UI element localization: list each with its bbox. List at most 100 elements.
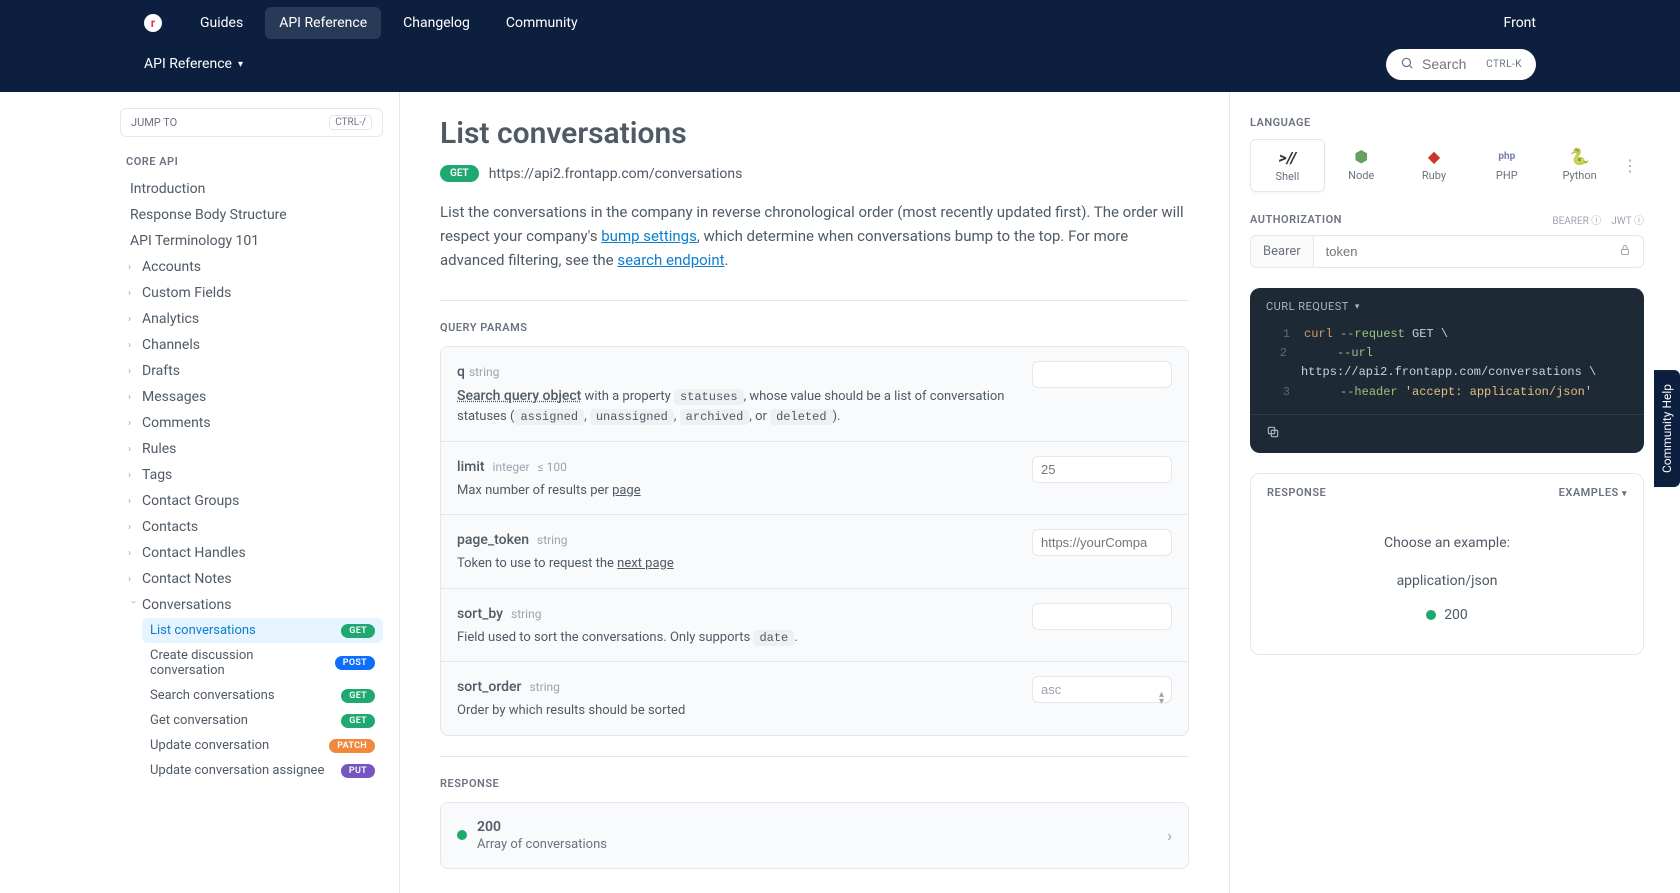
- sidebar-item-rules[interactable]: ›Rules: [120, 436, 383, 462]
- copy-button[interactable]: [1250, 414, 1644, 453]
- sidebar-item-contact-groups[interactable]: ›Contact Groups: [120, 488, 383, 514]
- community-help-tab[interactable]: Community Help: [1654, 370, 1680, 487]
- sidebar-sub-update-assignee[interactable]: Update conversation assignee PUT: [142, 758, 383, 783]
- param-page-token: page_token string Token to use to reques…: [441, 515, 1188, 589]
- sidebar: JUMP TO CTRL-/ CORE API Introduction Res…: [120, 92, 400, 893]
- lock-icon: [1607, 244, 1643, 259]
- top-nav: Guides API Reference Changelog Community: [186, 7, 592, 39]
- lang-more-button[interactable]: ⋮: [1616, 139, 1644, 192]
- endpoint-url: https://api2.frontapp.com/conversations: [489, 166, 743, 182]
- sidebar-item-contact-notes[interactable]: ›Contact Notes: [120, 566, 383, 592]
- example-mime-link[interactable]: application/json: [1267, 573, 1627, 589]
- chevron-right-icon: ›: [128, 418, 138, 429]
- jump-to-button[interactable]: JUMP TO CTRL-/: [120, 108, 383, 137]
- lang-ruby[interactable]: ◆ Ruby: [1398, 139, 1471, 192]
- brand-label[interactable]: Front: [1504, 15, 1536, 31]
- param-limit: limit integer ≤ 100 Max number of result…: [441, 442, 1188, 516]
- search-kbd: CTRL-K: [1486, 59, 1522, 70]
- search-box[interactable]: CTRL-K: [1386, 49, 1536, 80]
- code-block: CURL REQUEST ▾ 1curl --request GET \ 2 -…: [1250, 288, 1644, 453]
- next-page-link[interactable]: next page: [617, 556, 674, 571]
- sidebar-sub-create-discussion[interactable]: Create discussion conversation POST: [142, 643, 383, 683]
- sidebar-item-messages[interactable]: ›Messages: [120, 384, 383, 410]
- lang-node[interactable]: ⬢ Node: [1325, 139, 1398, 192]
- param-sort-by-input[interactable]: [1032, 603, 1172, 630]
- sidebar-item-introduction[interactable]: Introduction: [120, 176, 383, 202]
- page-link[interactable]: page: [612, 483, 641, 498]
- chevron-right-icon: ›: [128, 496, 138, 507]
- method-badge: PATCH: [329, 739, 375, 753]
- nav-guides[interactable]: Guides: [186, 7, 257, 39]
- response-label: RESPONSE: [440, 777, 1189, 790]
- sidebar-item-contact-handles[interactable]: ›Contact Handles: [120, 540, 383, 566]
- search-input[interactable]: [1422, 56, 1478, 72]
- chevron-right-icon: ›: [128, 548, 138, 559]
- code-head-dropdown[interactable]: CURL REQUEST ▾: [1250, 288, 1644, 325]
- param-sort-order-select[interactable]: asc: [1032, 676, 1172, 703]
- param-page-token-input[interactable]: [1032, 529, 1172, 556]
- sidebar-item-analytics[interactable]: ›Analytics: [120, 306, 383, 332]
- response-200-row[interactable]: 200 Array of conversations ›: [440, 802, 1189, 869]
- chevron-down-icon: ▾: [1355, 302, 1360, 312]
- nav-community[interactable]: Community: [492, 7, 592, 39]
- param-q-input[interactable]: [1032, 361, 1172, 388]
- sidebar-sub-update-conversation[interactable]: Update conversation PATCH: [142, 733, 383, 758]
- sidebar-sub-list-conversations[interactable]: List conversations GET: [142, 618, 383, 643]
- chevron-right-icon: ›: [128, 470, 138, 481]
- right-column: LANGUAGE >// Shell ⬢ Node ◆ Ruby php PHP…: [1230, 92, 1680, 893]
- lang-python[interactable]: 🐍 Python: [1543, 139, 1616, 192]
- sidebar-item-accounts[interactable]: ›Accounts: [120, 254, 383, 280]
- search-query-object-link[interactable]: Search query object: [457, 388, 581, 404]
- sidebar-item-response-body[interactable]: Response Body Structure: [120, 202, 383, 228]
- lang-shell[interactable]: >// Shell: [1250, 139, 1325, 192]
- param-limit-input[interactable]: [1032, 456, 1172, 483]
- chevron-right-icon: ›: [128, 314, 138, 325]
- status-dot-icon: [457, 830, 467, 840]
- method-badge: GET: [341, 624, 375, 638]
- response-panel-label: RESPONSE: [1267, 486, 1326, 499]
- sidebar-sub-search-conversations[interactable]: Search conversations GET: [142, 683, 383, 708]
- sidebar-item-custom-fields[interactable]: ›Custom Fields: [120, 280, 383, 306]
- shell-icon: >//: [1255, 148, 1320, 166]
- sidebar-item-drafts[interactable]: ›Drafts: [120, 358, 383, 384]
- endpoint-description: List the conversations in the company in…: [440, 200, 1189, 272]
- query-params-box: qstring Search query object with a prope…: [440, 346, 1189, 736]
- auth-bearer-tag[interactable]: BEARER ⓘ: [1552, 212, 1601, 227]
- bump-settings-link[interactable]: bump settings: [601, 227, 697, 245]
- logo-icon[interactable]: r: [144, 14, 162, 32]
- examples-dropdown[interactable]: EXAMPLES ▾: [1559, 486, 1627, 499]
- chevron-down-icon: ▾: [238, 59, 243, 70]
- subnav-dropdown[interactable]: API Reference ▾: [144, 56, 243, 72]
- example-200-link[interactable]: 200: [1426, 607, 1468, 623]
- lang-php[interactable]: php PHP: [1470, 139, 1543, 192]
- choose-example-text: Choose an example:: [1267, 535, 1627, 551]
- search-icon: [1400, 55, 1414, 74]
- sidebar-sub-get-conversation[interactable]: Get conversation GET: [142, 708, 383, 733]
- select-updown-icon: ▴▾: [1159, 691, 1164, 705]
- param-sort-by: sort_by string Field used to sort the co…: [441, 589, 1188, 663]
- sidebar-item-api-terminology[interactable]: API Terminology 101: [120, 228, 383, 254]
- more-icon: ⋮: [1622, 156, 1638, 175]
- nav-api-reference[interactable]: API Reference: [265, 7, 381, 39]
- sidebar-item-tags[interactable]: ›Tags: [120, 462, 383, 488]
- authorization-label: AUTHORIZATION: [1250, 213, 1342, 226]
- sidebar-item-comments[interactable]: ›Comments: [120, 410, 383, 436]
- sidebar-item-conversations[interactable]: ›Conversations: [120, 592, 383, 618]
- ruby-icon: ◆: [1402, 147, 1467, 165]
- php-icon: php: [1474, 147, 1539, 165]
- chevron-right-icon: ›: [128, 392, 138, 403]
- method-pill: GET: [440, 165, 479, 182]
- chevron-right-icon: ›: [128, 444, 138, 455]
- auth-jwt-tag[interactable]: JWT ⓘ: [1611, 212, 1644, 227]
- search-endpoint-link[interactable]: search endpoint: [617, 251, 724, 269]
- sidebar-item-contacts[interactable]: ›Contacts: [120, 514, 383, 540]
- nav-changelog[interactable]: Changelog: [389, 7, 484, 39]
- method-badge: POST: [335, 656, 375, 670]
- main-content: List conversations GET https://api2.fron…: [400, 92, 1230, 893]
- auth-token-input[interactable]: [1314, 236, 1607, 267]
- sidebar-item-channels[interactable]: ›Channels: [120, 332, 383, 358]
- python-icon: 🐍: [1547, 147, 1612, 165]
- language-label: LANGUAGE: [1250, 116, 1644, 129]
- param-q: qstring Search query object with a prope…: [441, 347, 1188, 442]
- method-badge: GET: [341, 714, 375, 728]
